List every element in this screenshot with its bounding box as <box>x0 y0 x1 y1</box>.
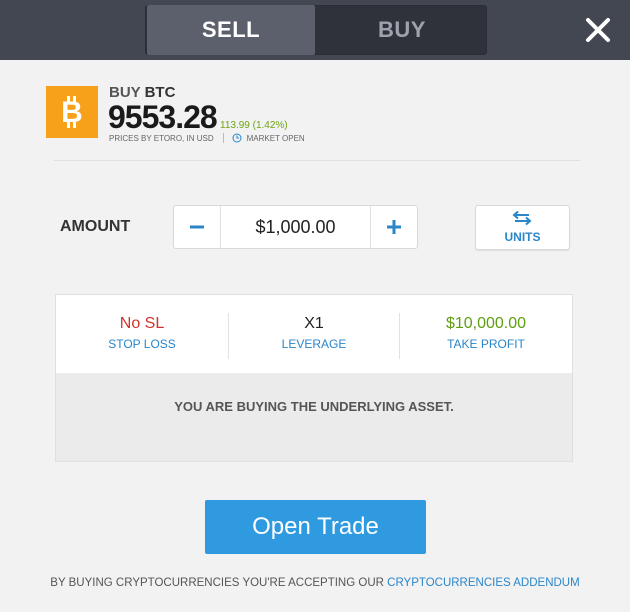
market-status: MARKET OPEN <box>246 133 305 143</box>
cryptocurrencies-addendum-link[interactable]: CRYPTOCURRENCIES ADDENDUM <box>387 577 580 589</box>
svg-text:B: B <box>61 96 83 129</box>
bitcoin-logo: B <box>46 86 98 138</box>
take-profit-label: TAKE PROFIT <box>447 337 525 351</box>
terms-notice: BY BUYING CRYPTOCURRENCIES YOU'RE ACCEPT… <box>0 577 630 589</box>
increase-amount-button[interactable] <box>370 206 417 248</box>
stop-loss-label: STOP LOSS <box>108 337 176 351</box>
amount-label: AMOUNT <box>60 218 131 235</box>
minus-icon <box>190 225 204 229</box>
top-bar: SELL BUY <box>0 0 630 60</box>
order-message: YOU ARE BUYING THE UNDERLYING ASSET. <box>174 399 454 414</box>
price-source: PRICES BY ETORO, IN USD <box>109 133 214 143</box>
stop-loss-value: No SL <box>119 315 165 332</box>
order-settings-panel: No SL STOP LOSS X1 LEVERAGE $10,000.00 T… <box>55 294 573 462</box>
divider <box>222 133 224 143</box>
sell-tab[interactable]: SELL <box>147 5 315 55</box>
decrease-amount-button[interactable] <box>174 206 221 248</box>
open-trade-button[interactable]: Open Trade <box>205 500 426 554</box>
close-button[interactable] <box>582 14 614 46</box>
clock-icon <box>232 133 242 143</box>
take-profit-setting[interactable]: $10,000.00 TAKE PROFIT <box>400 313 572 359</box>
order-settings-row: No SL STOP LOSS X1 LEVERAGE $10,000.00 T… <box>56 295 572 373</box>
leverage-label: LEVERAGE <box>281 337 347 351</box>
close-icon <box>586 18 610 42</box>
leverage-value: X1 <box>304 315 324 332</box>
stop-loss-setting[interactable]: No SL STOP LOSS <box>56 313 228 359</box>
terms-text: BY BUYING CRYPTOCURRENCIES YOU'RE ACCEPT… <box>50 577 388 589</box>
amount-input[interactable] <box>221 206 370 248</box>
price-source-line: PRICES BY ETORO, IN USD MARKET OPEN <box>109 133 305 143</box>
bitcoin-icon: B <box>61 96 83 129</box>
leverage-setting[interactable]: X1 LEVERAGE <box>229 313 399 359</box>
plus-icon <box>387 220 401 234</box>
price-change: 113.99 (1.42%) <box>220 120 288 131</box>
sell-buy-toggle: SELL BUY <box>145 5 487 55</box>
amount-stepper <box>173 205 418 249</box>
units-label: UNITS <box>504 230 541 244</box>
take-profit-value: $10,000.00 <box>445 315 527 332</box>
units-toggle-button[interactable]: UNITS <box>475 205 570 250</box>
instrument-price: 9553.28 <box>108 99 218 135</box>
buy-tab[interactable]: BUY <box>317 5 487 55</box>
divider <box>54 160 580 161</box>
swap-arrows-icon <box>512 211 532 225</box>
